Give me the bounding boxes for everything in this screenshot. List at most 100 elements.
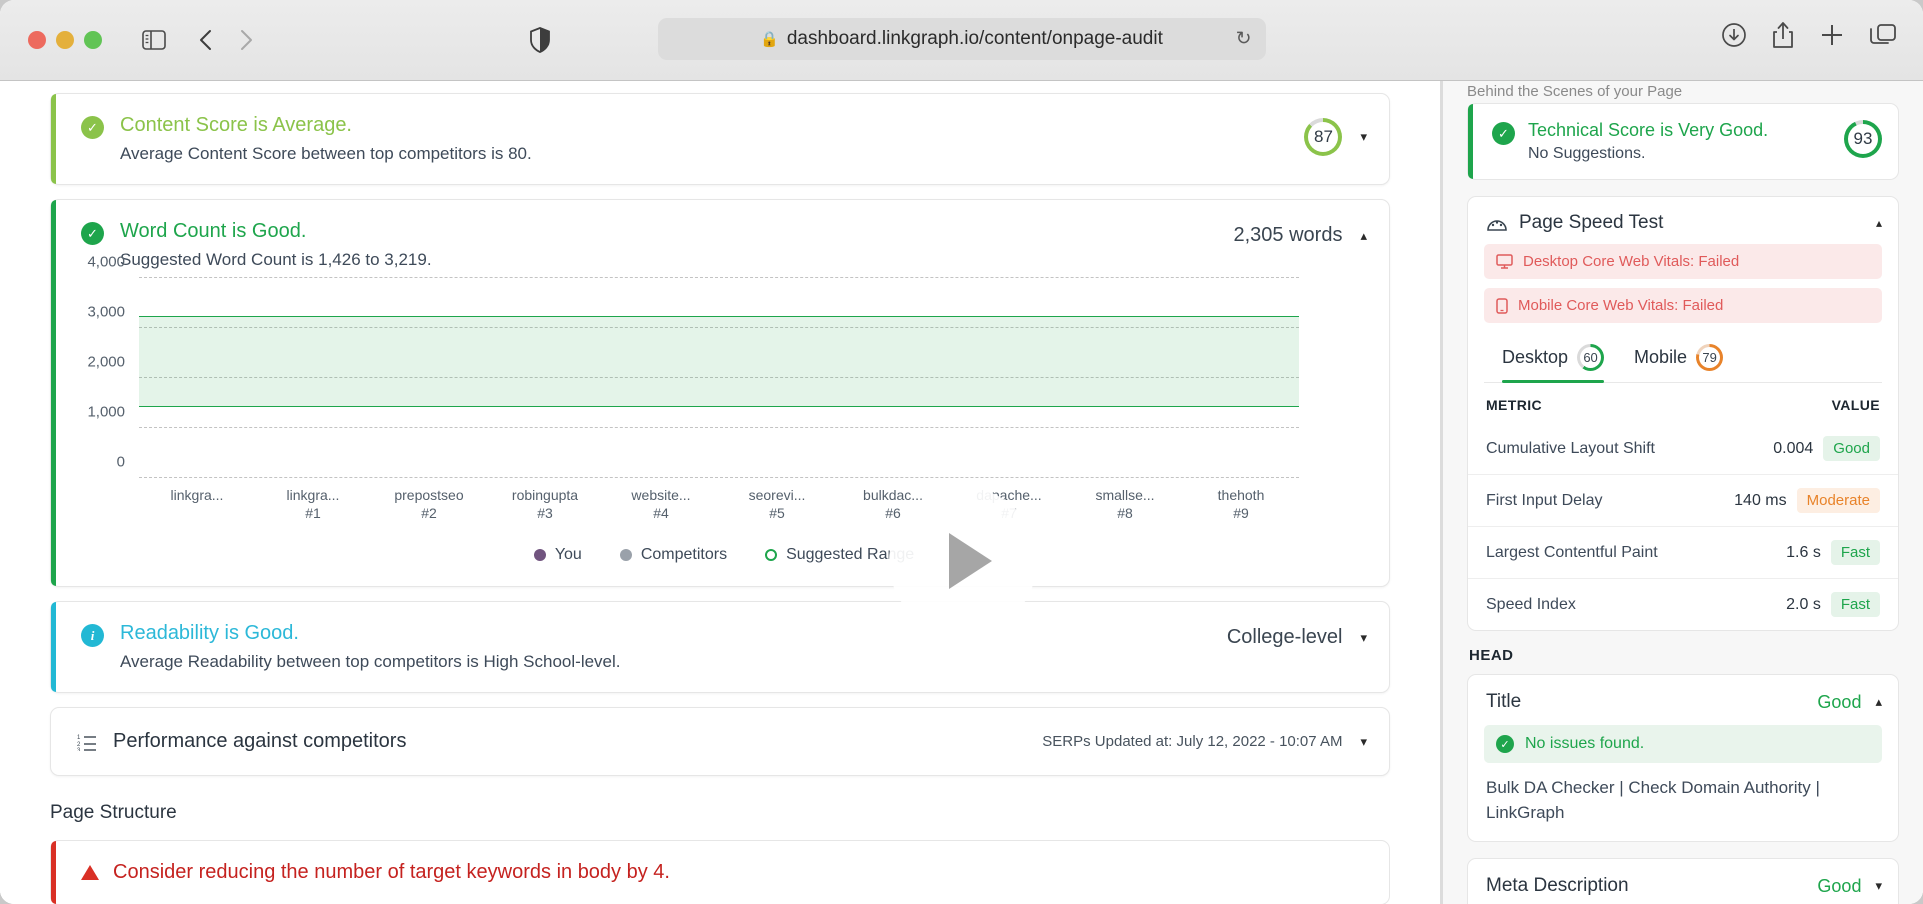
chart-x-label: linkgra...#1 (255, 487, 371, 522)
mobile-score-badge: 79 (1696, 344, 1723, 371)
performance-card[interactable]: 123 Performance against competitors SERP… (50, 707, 1390, 776)
browser-toolbar: 🔒 dashboard.linkgraph.io/content/onpage-… (0, 0, 1923, 81)
technical-score-value: 93 (1854, 129, 1873, 149)
tab-mobile-label: Mobile (1634, 347, 1687, 368)
technical-score-subtitle: No Suggestions. (1528, 145, 1844, 163)
back-arrow-icon[interactable] (186, 21, 226, 59)
mobile-core-web-vitals-row[interactable]: Mobile Core Web Vitals: Failed (1484, 288, 1882, 323)
tab-desktop[interactable]: Desktop 60 (1502, 344, 1604, 382)
chart-y-tick-label: 2,000 (87, 353, 139, 370)
page-speed-collapse-caret[interactable]: ▴ (1876, 216, 1882, 230)
legend-label: You (555, 546, 582, 564)
reload-icon[interactable]: ↻ (1236, 28, 1252, 51)
chart-x-label: seorevi...#5 (719, 487, 835, 522)
word-count-title: Word Count is Good. (120, 220, 1234, 243)
maximize-window-button[interactable] (84, 31, 102, 49)
title-no-issues-banner: ✓ No issues found. (1484, 725, 1882, 763)
speed-tabs: Desktop 60 Mobile 79 (1484, 332, 1882, 383)
content-score-value: 87 (1314, 127, 1333, 147)
play-button-icon[interactable] (889, 487, 1037, 635)
metric-value: 1.6 s (1786, 544, 1821, 562)
desktop-core-web-vitals-row[interactable]: Desktop Core Web Vitals: Failed (1484, 244, 1882, 279)
metric-name: First Input Delay (1486, 492, 1734, 510)
chart-legend: YouCompetitorsSuggested Range (81, 546, 1367, 564)
metric-row: First Input Delay140 ms Moderate (1468, 474, 1898, 526)
chart-y-tick-label: 0 (117, 453, 139, 470)
metric-value: 2.0 s (1786, 596, 1821, 614)
ordered-list-icon: 123 (77, 733, 97, 751)
word-count-card: ✓ Word Count is Good. Suggested Word Cou… (50, 199, 1390, 587)
downloads-icon[interactable] (1721, 22, 1747, 48)
close-window-button[interactable] (28, 31, 46, 49)
content-score-card: ✓ Content Score is Average. Average Cont… (50, 93, 1390, 185)
legend-item[interactable]: You (534, 546, 582, 564)
metric-name: Speed Index (1486, 596, 1786, 614)
content-score-badge: 87 (1304, 118, 1342, 156)
page-structure-heading: Page Structure (50, 802, 1390, 824)
legend-swatch (765, 549, 777, 561)
tab-overview-icon[interactable] (1869, 22, 1897, 48)
mobile-icon (1496, 298, 1508, 314)
title-card-collapse-caret[interactable]: ▴ (1875, 694, 1882, 710)
title-card-name: Title (1486, 691, 1521, 713)
forward-arrow-icon[interactable] (226, 21, 266, 59)
chart-x-label: prepostseo#2 (371, 487, 487, 522)
head-section-label: HEAD (1469, 647, 1899, 664)
share-icon[interactable] (1771, 21, 1795, 49)
title-no-issues-text: No issues found. (1525, 735, 1644, 753)
legend-item[interactable]: Competitors (620, 546, 727, 564)
meta-description-name: Meta Description (1486, 875, 1629, 897)
chart-y-tick-label: 4,000 (87, 253, 139, 270)
metric-status-badge: Moderate (1797, 488, 1880, 513)
lock-icon: 🔒 (760, 30, 779, 48)
title-card-status: Good (1817, 692, 1861, 713)
tab-desktop-label: Desktop (1502, 347, 1568, 368)
privacy-shield-icon[interactable] (520, 21, 560, 59)
readability-card: i Readability is Good. Average Readabili… (50, 601, 1390, 693)
word-count-chart: 01,0002,0003,0004,000 linkgra...linkgra.… (51, 274, 1389, 586)
metric-value: 140 ms (1734, 492, 1786, 510)
sidebar-clipped-heading: Behind the Scenes of your Page (1467, 81, 1899, 103)
chart-x-label: website...#4 (603, 487, 719, 522)
meta-description-expand-caret[interactable]: ▾ (1875, 878, 1882, 894)
readability-value: College-level (1227, 626, 1343, 649)
metric-row: Speed Index2.0 sFast (1468, 578, 1898, 630)
check-circle-icon: ✓ (1492, 122, 1515, 145)
metrics-table-body: Cumulative Layout Shift0.004GoodFirst In… (1468, 423, 1898, 630)
legend-swatch (534, 549, 546, 561)
readability-title: Readability is Good. (120, 622, 1227, 645)
title-card: Title Good ▴ ✓ No issues found. Bulk DA … (1467, 674, 1899, 842)
meta-description-card[interactable]: Meta Description Good ▾ (1467, 858, 1899, 904)
desktop-icon (1496, 254, 1513, 269)
legend-swatch (620, 549, 632, 561)
content-score-collapse-caret[interactable]: ▾ (1360, 129, 1367, 145)
metric-row: Cumulative Layout Shift0.004Good (1468, 423, 1898, 474)
content-score-title: Content Score is Average. (120, 114, 1304, 137)
keyword-warning-card: Consider reducing the number of target k… (50, 840, 1390, 904)
technical-score-badge: 93 (1844, 120, 1882, 158)
readability-collapse-caret[interactable]: ▾ (1360, 630, 1367, 646)
new-tab-icon[interactable] (1819, 22, 1845, 48)
svg-text:3: 3 (77, 748, 81, 751)
speedometer-icon (1486, 214, 1508, 232)
readability-subtitle: Average Readability between top competit… (120, 652, 1227, 672)
sidebar-toggle-icon[interactable] (134, 21, 174, 59)
technical-score-title: Technical Score is Very Good. (1528, 120, 1844, 141)
metric-column-header: METRIC (1486, 397, 1832, 413)
minimize-window-button[interactable] (56, 31, 74, 49)
info-circle-icon: i (81, 624, 104, 647)
word-count-subtitle: Suggested Word Count is 1,426 to 3,219. (120, 250, 1234, 270)
keyword-warning-text: Consider reducing the number of target k… (113, 861, 670, 884)
content-score-subtitle: Average Content Score between top compet… (120, 144, 1304, 164)
tab-mobile[interactable]: Mobile 79 (1634, 344, 1723, 382)
svg-text:1: 1 (77, 735, 81, 741)
chart-x-label: linkgra... (139, 487, 255, 522)
metric-status-badge: Good (1823, 436, 1880, 461)
url-text: dashboard.linkgraph.io/content/onpage-au… (787, 28, 1163, 50)
serps-updated-text: SERPs Updated at: July 12, 2022 - 10:07 … (1042, 733, 1342, 750)
chart-x-label: thehoth#9 (1183, 487, 1299, 522)
word-count-collapse-caret[interactable]: ▴ (1360, 228, 1367, 244)
metrics-table-header: METRIC VALUE (1468, 383, 1898, 423)
address-bar[interactable]: 🔒 dashboard.linkgraph.io/content/onpage-… (658, 18, 1266, 60)
performance-expand-caret[interactable]: ▾ (1360, 734, 1367, 750)
